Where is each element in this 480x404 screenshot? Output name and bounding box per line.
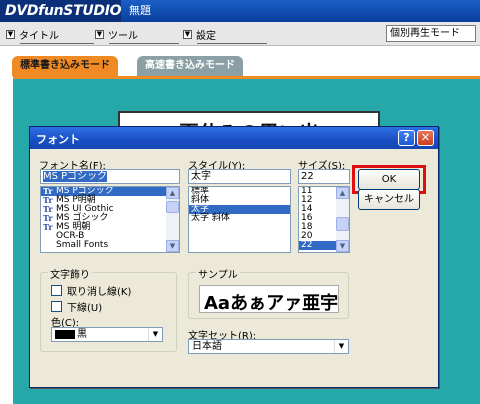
list-item[interactable]: Small Fonts bbox=[41, 241, 179, 250]
strikeout-checkbox[interactable]: 取り消し線(K) bbox=[51, 283, 131, 298]
color-select[interactable]: 黒 ▼ bbox=[51, 327, 163, 342]
menu-title-label: タイトル bbox=[19, 30, 59, 42]
playback-mode-select[interactable]: 個別再生モード bbox=[386, 25, 476, 42]
help-button[interactable]: ? bbox=[398, 130, 415, 146]
color-value: 黒 bbox=[77, 329, 87, 340]
style-input[interactable]: 太字 bbox=[188, 169, 291, 184]
underline-label: 下線(U) bbox=[67, 303, 103, 314]
sample-preview: Aaあぁアァ亜宇 bbox=[199, 285, 339, 313]
charset-select[interactable]: 日本語 ▼ bbox=[188, 339, 349, 354]
list-item-label: Small Fonts bbox=[56, 240, 109, 250]
sample-text: Aaあぁアァ亜宇 bbox=[204, 293, 339, 313]
effects-label: 文字飾り bbox=[48, 266, 92, 281]
scroll-down-icon[interactable]: ▼ bbox=[166, 240, 179, 252]
font-name-list[interactable]: Tr MS Pゴシック Tr MS P明朝 Tr MS UI Gothic Tr MS ゴシッ… bbox=[40, 186, 180, 253]
effects-group: 文字飾り 取り消し線(K) 下線(U) 色(C): 黒 ▼ bbox=[40, 266, 177, 352]
size-list-scrollbar[interactable]: ▲ ▼ bbox=[336, 187, 349, 252]
app-logo: DVDfunSTUDIO bbox=[0, 0, 122, 22]
scroll-up-icon[interactable]: ▲ bbox=[166, 187, 179, 199]
font-name-input[interactable]: MS Pゴシック bbox=[40, 169, 180, 184]
scroll-up-icon[interactable]: ▲ bbox=[336, 187, 349, 199]
sample-label: サンプル bbox=[196, 266, 240, 281]
app-title-bar: DVDfunSTUDIO 無題 bbox=[0, 0, 480, 22]
menu-underline bbox=[20, 43, 94, 44]
checkbox-icon bbox=[51, 301, 62, 312]
menu-underline bbox=[197, 43, 267, 44]
dropdown-arrow-icon: ▼ bbox=[6, 29, 15, 39]
size-list[interactable]: 11 12 14 16 18 20 22 ▲ ▼ bbox=[298, 186, 350, 253]
list-item[interactable]: 太字 斜体 bbox=[189, 214, 290, 223]
dialog-title-bar[interactable]: フォント ? ✕ bbox=[30, 127, 438, 149]
ok-button[interactable]: OK bbox=[358, 169, 420, 190]
font-list-scrollbar[interactable]: ▲ ▼ bbox=[166, 187, 179, 252]
tab-fast-write[interactable]: 高速書き込みモード bbox=[137, 56, 243, 76]
menu-underline bbox=[109, 43, 179, 44]
underline-checkbox[interactable]: 下線(U) bbox=[51, 299, 102, 314]
cancel-button[interactable]: キャンセル bbox=[358, 189, 420, 210]
list-item-label: 22 bbox=[301, 240, 313, 250]
close-icon: ✕ bbox=[420, 131, 431, 144]
menu-settings-label: 設定 bbox=[196, 30, 216, 42]
dialog-title: フォント bbox=[36, 133, 80, 146]
dropdown-arrow-icon: ▼ bbox=[95, 29, 104, 39]
dropdown-arrow-icon: ▼ bbox=[183, 29, 192, 39]
font-name-value: MS Pゴシック bbox=[43, 171, 108, 182]
truetype-font-icon: Tr bbox=[43, 222, 53, 232]
list-item-label: 太字 斜体 bbox=[191, 213, 230, 223]
style-list[interactable]: 標準 斜体 太字 太字 斜体 bbox=[188, 186, 291, 253]
dropdown-arrow-icon[interactable]: ▼ bbox=[334, 340, 348, 353]
menu-tools[interactable]: ▼ ツール bbox=[95, 26, 179, 44]
scroll-down-icon[interactable]: ▼ bbox=[336, 240, 349, 252]
charset-value: 日本語 bbox=[192, 341, 222, 352]
menu-bar: ▼ タイトル ▼ ツール ▼ 設定 個別再生モード bbox=[0, 22, 480, 46]
menu-title[interactable]: ▼ タイトル bbox=[6, 26, 94, 44]
menu-settings[interactable]: ▼ 設定 bbox=[183, 26, 267, 44]
tab-standard-write[interactable]: 標準書き込みモード bbox=[12, 56, 118, 76]
checkbox-icon bbox=[51, 285, 62, 296]
mode-tabs: 標準書き込みモード 高速書き込みモード bbox=[0, 46, 480, 76]
close-button[interactable]: ✕ bbox=[417, 130, 434, 146]
size-input[interactable]: 22 bbox=[298, 169, 350, 184]
scroll-thumb[interactable] bbox=[166, 201, 179, 213]
menu-tools-label: ツール bbox=[108, 30, 138, 42]
document-title: 無題 bbox=[129, 4, 151, 17]
dropdown-arrow-icon[interactable]: ▼ bbox=[148, 328, 162, 341]
color-swatch bbox=[55, 329, 75, 339]
strikeout-label: 取り消し線(K) bbox=[67, 287, 132, 298]
help-icon: ? bbox=[403, 131, 410, 144]
sample-group: サンプル Aaあぁアァ亜宇 bbox=[188, 266, 349, 319]
scroll-thumb[interactable] bbox=[336, 217, 349, 231]
font-dialog: フォント ? ✕ フォント名(F): MS Pゴシック Tr MS Pゴシック Tr… bbox=[29, 126, 439, 388]
